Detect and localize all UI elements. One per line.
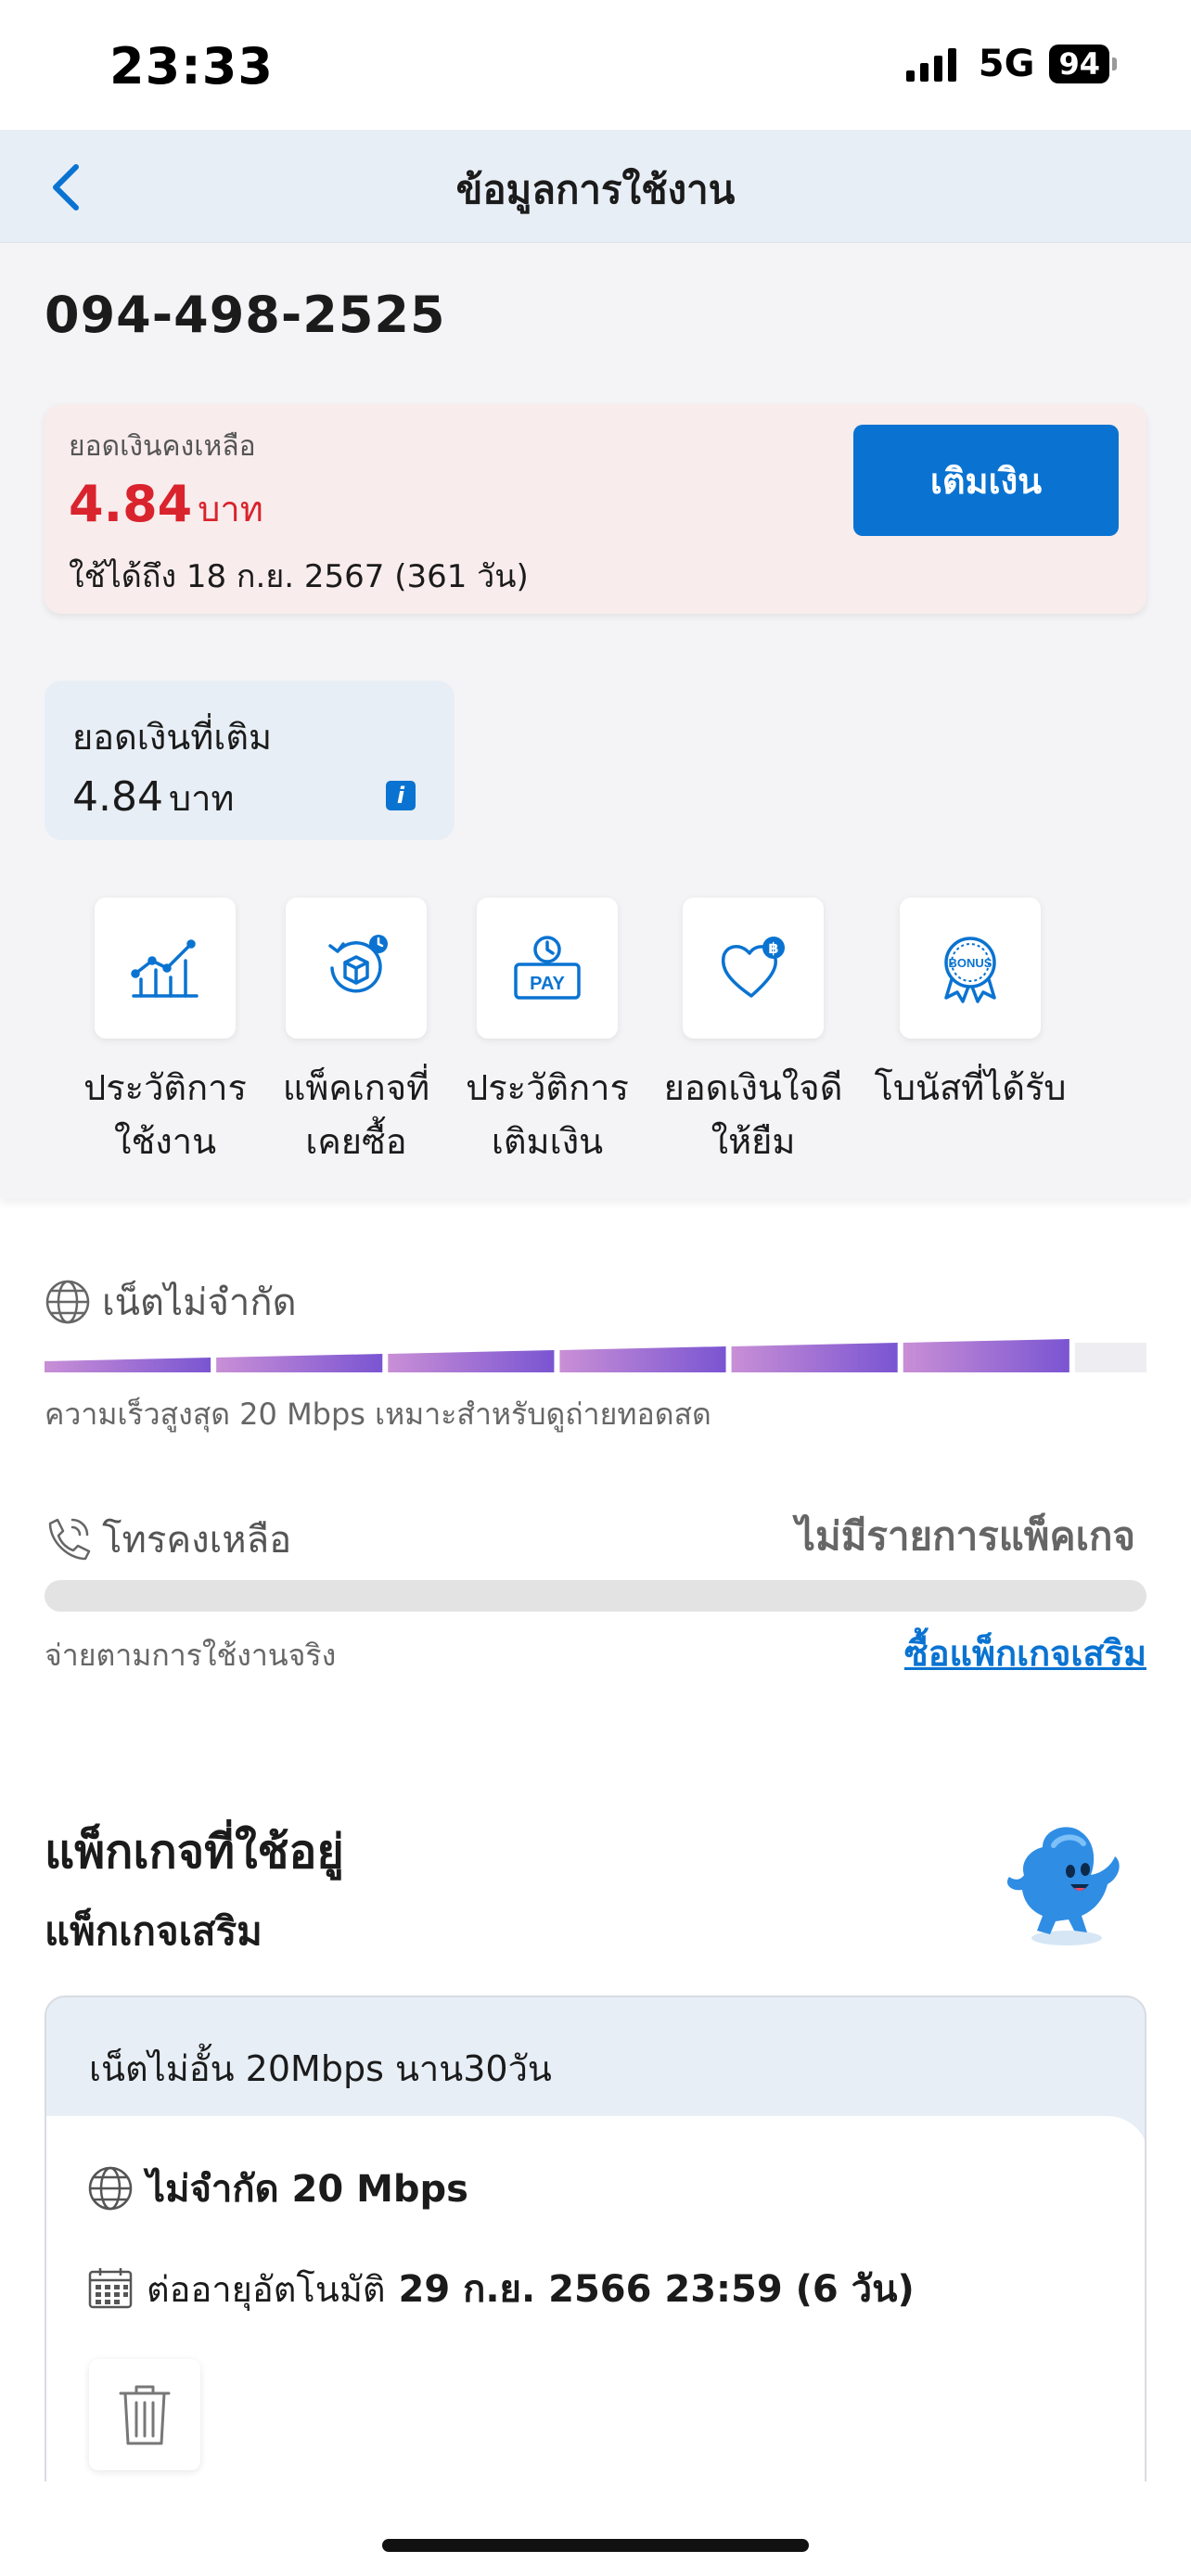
addon-packages-title: แพ็กเกจเสริม xyxy=(45,1908,263,1954)
shortcut-usage-history[interactable]: ประวัติการ ใช้งาน xyxy=(54,898,276,1168)
shortcut-label: โบนัสที่ได้รับ xyxy=(874,1067,1067,1108)
internet-description: ความเร็วสูงสุด 20 Mbps เหมาะสำหรับดูถ่าย… xyxy=(45,1396,711,1432)
package-speed: ไม่จำกัด 20 Mbps xyxy=(147,2168,468,2211)
svg-text:PAY: PAY xyxy=(530,974,565,994)
battery-level: 94 xyxy=(1049,45,1109,83)
delete-package-button[interactable] xyxy=(89,2359,200,2470)
balance-unit: บาท xyxy=(198,489,263,529)
voice-title: โทรคงเหลือ xyxy=(102,1519,292,1562)
heart-coin-icon: ฿ xyxy=(721,937,785,998)
shortcut-topup-history[interactable]: PAY ประวัติการ เติมเงิน xyxy=(436,898,659,1168)
nav-bar: ข้อมูลการใช้งาน xyxy=(0,130,1191,243)
speed-level-bar xyxy=(45,1339,1146,1372)
phone-icon xyxy=(48,1518,91,1561)
home-indicator[interactable] xyxy=(382,2539,809,2552)
balance-card: ยอดเงินคงเหลือ 4.84 บาท ใช้ได้ถึง 18 ก.ย.… xyxy=(45,404,1146,614)
renew-date: 29 ก.ย. 2566 23:59 (6 วัน) xyxy=(398,2268,915,2311)
shortcut-label: ประวัติการ ใช้งาน xyxy=(83,1067,247,1162)
renew-prefix: ต่ออายุอัตโนมัติ xyxy=(147,2268,386,2310)
speed-bar-segment xyxy=(216,1354,383,1372)
package-name: เน็ตไม่อั้น 20Mbps นาน30วัน xyxy=(89,2048,552,2089)
speed-bar-segment xyxy=(903,1339,1069,1372)
speed-bar-segment xyxy=(45,1358,211,1372)
globe-icon xyxy=(88,2166,133,2211)
account-summary: 094-498-2525 ยอดเงินคงเหลือ 4.84 บาท ใช้ไ… xyxy=(0,243,1191,1198)
topup-button[interactable]: เติมเงิน xyxy=(853,425,1119,536)
battery-icon: 94 xyxy=(1049,45,1117,83)
shortcut-label: แพ็คเกจที่ เคยซื้อ xyxy=(282,1067,430,1162)
active-packages-title: แพ็กเกจที่ใช้อยู่ xyxy=(45,1825,344,1879)
trash-icon xyxy=(119,2385,171,2445)
home-bar-area xyxy=(0,2481,1191,2576)
speed-bar-segment xyxy=(388,1350,555,1372)
topup-total-amount: 4.84 บาท xyxy=(72,773,235,821)
buy-addon-link[interactable]: ซื้อแพ็กเกจเสริม xyxy=(904,1625,1146,1681)
voice-level-bar xyxy=(45,1580,1146,1612)
voice-description: จ่ายตามการใช้งานจริง xyxy=(45,1638,337,1673)
page-title: ข้อมูลการใช้งาน xyxy=(455,167,736,212)
topup-total-label: ยอดเงินที่เติม xyxy=(72,717,273,758)
shortcut-label: ประวัติการ เติมเงิน xyxy=(466,1067,629,1162)
balance-amount: 4.84 บาท xyxy=(69,475,263,533)
topup-total-card: ยอดเงินที่เติม 4.84 บาท i xyxy=(45,681,455,840)
speed-bar-remainder xyxy=(1074,1343,1146,1372)
info-icon[interactable]: i xyxy=(386,781,416,810)
topup-total-unit: บาท xyxy=(168,778,235,819)
package-speed-row: ไม่จำกัด 20 Mbps xyxy=(87,2159,468,2218)
speed-bar-segment xyxy=(731,1343,898,1372)
speed-bar-segment xyxy=(559,1346,726,1372)
voice-status: ไม่มีรายการแพ็คเกจ xyxy=(795,1513,1135,1559)
internet-usage-header: เน็ตไม่จำกัด xyxy=(45,1272,1146,1332)
phone-number: 094-498-2525 xyxy=(45,286,446,344)
pay-history-icon: PAY xyxy=(514,936,581,1000)
status-indicators: 5G 94 xyxy=(905,43,1117,85)
bonus-badge-icon: BONUS xyxy=(944,937,996,1003)
mascot-image xyxy=(1006,1827,1120,1945)
globe-icon xyxy=(45,1280,90,1324)
shortcut-bonus[interactable]: BONUS โบนัสที่ได้รับ xyxy=(859,898,1082,1115)
shortcut-purchased-packages[interactable]: แพ็คเกจที่ เคยซื้อ xyxy=(245,898,467,1168)
network-type: 5G xyxy=(978,43,1035,85)
shortcut-loan-balance[interactable]: ฿ ยอดเงินใจดี ให้ยืม xyxy=(642,898,864,1168)
svg-text:BONUS: BONUS xyxy=(949,956,992,970)
package-renew-row: ต่ออายุอัตโนมัติ 29 ก.ย. 2566 23:59 (6 ว… xyxy=(87,2259,915,2318)
balance-label: ยอดเงินคงเหลือ xyxy=(69,430,256,463)
calendar-icon xyxy=(88,2268,133,2309)
status-bar: 23:33 5G 94 xyxy=(0,0,1191,130)
internet-title: เน็ตไม่จำกัด xyxy=(102,1282,297,1324)
status-time: 23:33 xyxy=(109,37,274,96)
package-box-icon xyxy=(328,935,388,993)
shortcut-label: ยอดเงินใจดี ให้ยืม xyxy=(663,1067,843,1162)
balance-valid-until: ใช้ได้ถึง 18 ก.ย. 2567 (361 วัน) xyxy=(69,558,529,595)
shortcut-menu: ประวัติการ ใช้งาน แพ็คเกจที่ เคยซื้อ PAY… xyxy=(0,898,1191,1176)
usage-chart-icon xyxy=(131,939,198,998)
signal-icon xyxy=(905,46,956,82)
svg-text:฿: ฿ xyxy=(768,939,778,957)
